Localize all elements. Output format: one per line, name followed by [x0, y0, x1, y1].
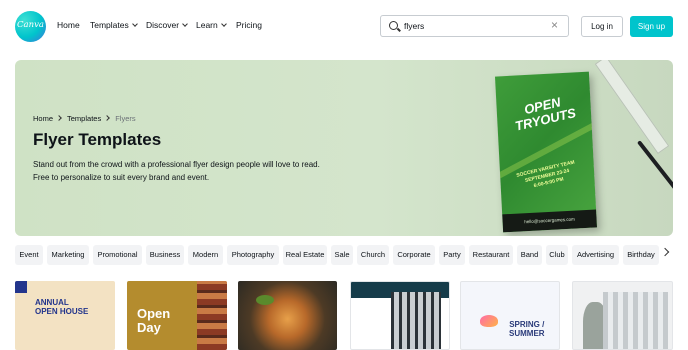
chip-birthday[interactable]: Birthday: [623, 245, 659, 265]
chip-real-estate[interactable]: Real Estate: [283, 245, 327, 265]
chip-club[interactable]: Club: [546, 245, 568, 265]
chevron-down-icon: [182, 21, 188, 27]
chip-restaurant[interactable]: Restaurant: [469, 245, 513, 265]
template-photo: [256, 295, 274, 305]
nav-home[interactable]: Home: [57, 20, 80, 30]
chevron-down-icon: [220, 21, 227, 27]
nav-learn[interactable]: Learn: [196, 20, 227, 30]
chip-modern[interactable]: Modern: [188, 245, 223, 265]
close-icon[interactable]: ×: [551, 18, 558, 32]
template-line-2: Day: [137, 320, 161, 335]
chip-sale[interactable]: Sale: [331, 245, 353, 265]
template-accent: [15, 281, 27, 293]
chip-marketing[interactable]: Marketing: [47, 245, 89, 265]
logo-text: Canva: [17, 20, 44, 30]
nav-discover[interactable]: Discover: [146, 20, 188, 30]
canva-logo[interactable]: Canva: [15, 11, 46, 42]
chevron-right-icon[interactable]: [660, 247, 670, 257]
template-photo: [603, 292, 668, 349]
hero-banner: Home Templates Flyers Flyer Templates Stan…: [15, 60, 673, 236]
template-text: Open Day: [137, 307, 170, 335]
chevron-right-icon: [56, 115, 62, 121]
template-card[interactable]: [238, 281, 337, 350]
nav-templates[interactable]: Templates: [90, 20, 138, 30]
top-header: Canva Home Templates Discover Learn Pric…: [0, 0, 688, 52]
chip-photography[interactable]: Photography: [227, 245, 279, 265]
template-card[interactable]: ANNUAL OPEN HOUSE: [15, 281, 115, 350]
chip-party[interactable]: Party: [439, 245, 465, 265]
chip-band[interactable]: Band: [517, 245, 542, 265]
search-input[interactable]: [404, 19, 544, 33]
flyer-preview: OPEN TRYOUTS SOCCER VARSITY TEAM SEPTEMBER…: [494, 71, 598, 233]
lotus-icon: [480, 315, 498, 327]
chevron-down-icon: [131, 21, 138, 27]
page-title: Flyer Templates: [33, 130, 162, 149]
nav-templates-label: Templates: [90, 20, 129, 30]
nav-home-label: Home: [57, 20, 80, 30]
chip-promotional[interactable]: Promotional: [93, 245, 142, 265]
signup-button[interactable]: Sign up: [630, 16, 673, 37]
template-line-1: ANNUAL: [35, 298, 69, 307]
nav-learn-label: Learn: [196, 20, 218, 30]
login-button[interactable]: Log in: [581, 16, 623, 37]
search-icon[interactable]: [389, 21, 398, 30]
flyer-email: hello@soccergames.com: [502, 209, 598, 233]
template-text: ANNUAL OPEN HOUSE: [35, 298, 88, 316]
chevron-right-icon: [104, 115, 111, 121]
nav-pricing[interactable]: Pricing: [236, 20, 262, 30]
breadcrumb-templates[interactable]: Templates: [67, 114, 101, 123]
chip-advertising[interactable]: Advertising: [572, 245, 619, 265]
breadcrumb-home[interactable]: Home: [33, 114, 53, 123]
chip-church[interactable]: Church: [357, 245, 389, 265]
template-card[interactable]: [350, 281, 450, 350]
chip-event[interactable]: Event: [15, 245, 43, 265]
template-card[interactable]: SPRING / SUMMER: [460, 281, 560, 350]
page-description: Stand out from the crowd with a professi…: [33, 160, 320, 182]
template-line-1: SPRING /: [509, 320, 545, 329]
flyer-details: SOCCER VARSITY TEAM SEPTEMBER 23-24 6:00-9…: [499, 156, 595, 198]
breadcrumb: Home Templates Flyers: [33, 114, 136, 123]
template-line-2: OPEN HOUSE: [35, 307, 89, 316]
chip-corporate[interactable]: Corporate: [393, 245, 435, 265]
template-card[interactable]: [572, 281, 673, 350]
template-photo: [197, 281, 227, 350]
nav-pricing-label: Pricing: [236, 20, 262, 30]
search-box: ×: [380, 15, 569, 37]
template-line-2: SUMMER: [509, 329, 545, 338]
ruler-decoration: [594, 60, 670, 155]
template-card[interactable]: Open Day: [127, 281, 227, 350]
template-photo: [391, 292, 441, 349]
template-line-1: Open: [137, 306, 171, 321]
nav-discover-label: Discover: [146, 20, 180, 30]
breadcrumb-current: Flyers: [115, 114, 136, 123]
template-text: SPRING / SUMMER: [509, 320, 545, 338]
chip-business[interactable]: Business: [146, 245, 184, 265]
